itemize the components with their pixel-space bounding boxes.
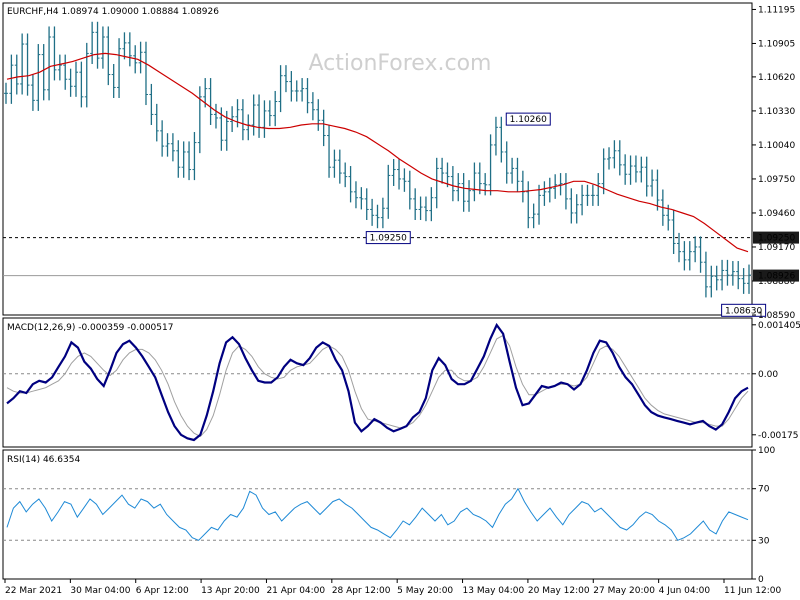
macd-frame [2,317,753,448]
x-tick-label: 27 May 20:00 [593,586,655,596]
y-tick-label: 70 [758,485,770,495]
y-tick-label: 100 [758,446,775,456]
x-tick-label: 13 May 04:00 [463,586,525,596]
rsi-panel: 100 70 30 0 RSI(14) 46.6354 [2,446,775,585]
rsi-frame [2,449,753,580]
y-tick-label: 1.08590 [758,311,795,321]
y-tick-label: 1.09750 [758,175,795,185]
price-title: EURCHF,H4 1.08974 1.09000 1.08884 1.0892… [7,7,219,17]
x-tick-label: 28 Apr 12:00 [332,586,391,596]
y-tick-label: 1.09170 [758,243,795,253]
annotation-label: 1.08630 [725,306,762,316]
x-tick-label: 4 Jun 04:00 [659,586,711,596]
x-tick-label: 22 Mar 2021 [5,586,62,596]
x-tick-label: 13 Apr 20:00 [201,586,260,596]
x-tick-label: 20 May 12:00 [528,586,590,596]
price-panel: ActionForex.com 1.10260 1.09250 1.08630 1.11… [2,2,799,321]
rsi-title: RSI(14) 46.6354 [7,455,80,465]
macd-title: MACD(12,26,9) -0.000359 -0.000517 [7,323,173,333]
y-tick-label: 0.00 [758,370,778,380]
price-frame [2,2,753,316]
y-tick-label: 0.001405 [758,321,800,331]
x-tick-label: 11 Jun 12:00 [724,586,781,596]
y-tick-label: 0 [758,575,764,585]
hline-price-tag-label: 1.09250 [758,234,795,244]
macd-panel: 0.001405 0.00 -0.00175 MACD(12,26,9) -0.000… [2,317,800,448]
y-tick-label: 1.10905 [758,39,795,49]
annotation-label: 1.10260 [510,115,547,125]
x-tick-label: 5 May 20:00 [397,586,453,596]
x-tick-label: 21 Apr 04:00 [266,586,325,596]
y-tick-label: 1.11195 [758,5,795,15]
watermark: ActionForex.com [309,51,492,76]
y-tick-label: 1.10040 [758,141,795,151]
annotation-label: 1.09250 [370,234,407,244]
x-tick-label: 30 Mar 04:00 [70,586,130,596]
y-tick-label: 30 [758,536,770,546]
x-tick-label: 6 Apr 12:00 [136,586,189,596]
time-axis: 22 Mar 2021 30 Mar 04:00 6 Apr 12:00 13 Apr… [4,579,781,596]
y-tick-label: 1.10330 [758,107,795,117]
y-tick-label: 1.10620 [758,73,795,83]
y-tick-label: 1.09460 [758,209,795,219]
current-price-tag-label: 1.08926 [758,272,795,282]
chart-canvas: ActionForex.com 1.10260 1.09250 1.08630 1.11… [2,2,800,596]
y-tick-label: -0.00175 [758,431,798,441]
